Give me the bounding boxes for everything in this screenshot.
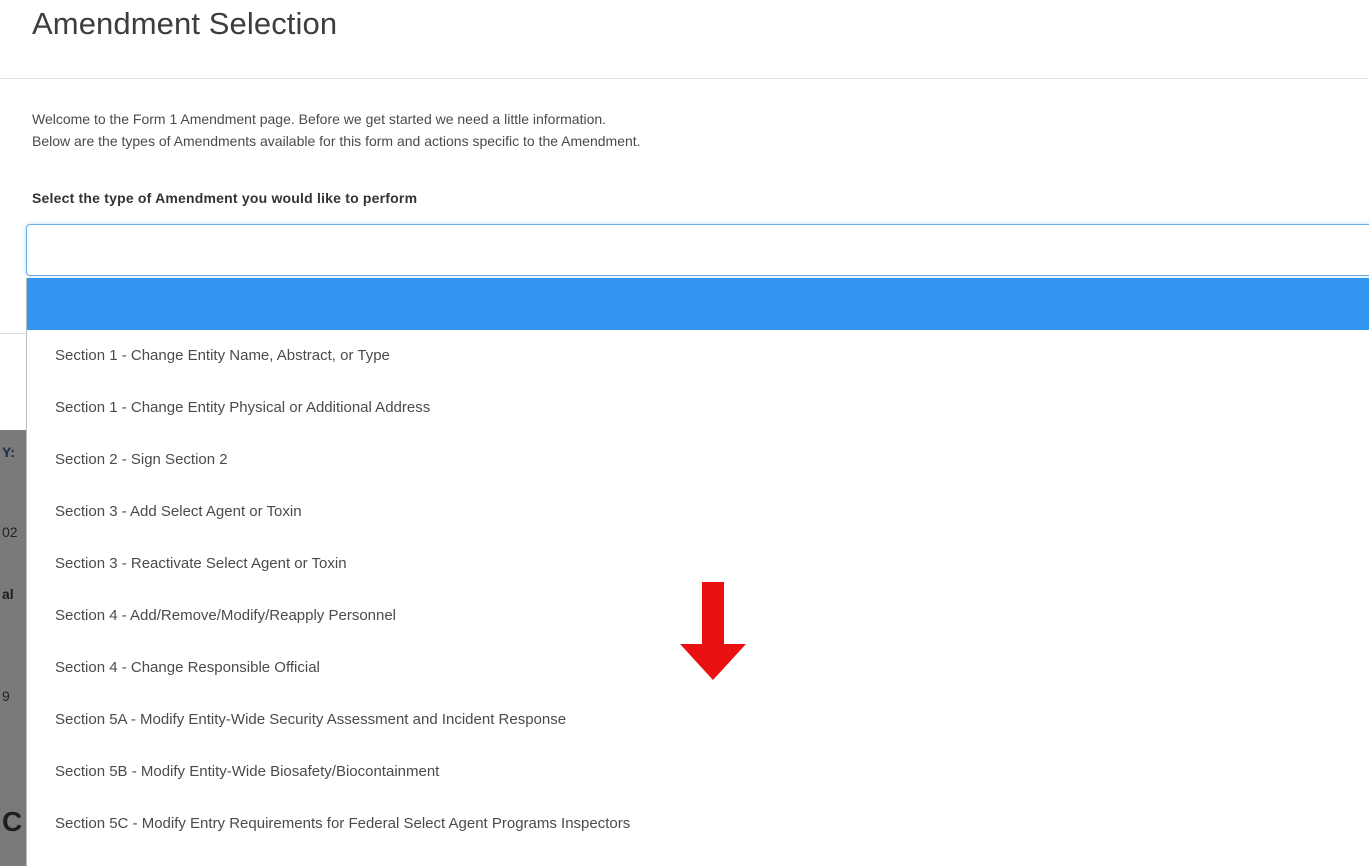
dropdown-option[interactable]: Section 5C - Modify Entry Requirements f… bbox=[27, 798, 1369, 850]
amendment-type-label: Select the type of Amendment you would l… bbox=[32, 190, 418, 206]
divider bbox=[0, 333, 26, 334]
intro-line-2: Below are the types of Amendments availa… bbox=[32, 133, 641, 149]
dropdown-option[interactable]: Section 5B - Modify Entity-Wide Biosafet… bbox=[27, 746, 1369, 798]
background-fragment: al bbox=[2, 586, 14, 602]
amendment-type-select[interactable] bbox=[26, 224, 1369, 276]
amendment-type-dropdown-list: Section 1 - Change Entity Name, Abstract… bbox=[26, 278, 1369, 866]
intro-line-1: Welcome to the Form 1 Amendment page. Be… bbox=[32, 111, 607, 127]
background-fragment: C bbox=[2, 806, 23, 837]
amendment-selection-page: Amendment Selection Welcome to the Form … bbox=[0, 0, 1369, 866]
background-fragment: Y: bbox=[2, 444, 15, 460]
down-arrow-icon bbox=[680, 582, 746, 680]
dropdown-option[interactable]: Section 1 - Change Entity Name, Abstract… bbox=[27, 330, 1369, 382]
background-page-strip: Y: 02 al 9 C bbox=[0, 430, 26, 866]
dropdown-option[interactable]: Section 6 - Add New Building bbox=[27, 848, 1369, 866]
dropdown-option[interactable]: Section 2 - Sign Section 2 bbox=[27, 434, 1369, 486]
background-fragment: 02 bbox=[2, 524, 18, 540]
dropdown-option-blank[interactable] bbox=[27, 278, 1369, 330]
intro-text: Welcome to the Form 1 Amendment page. Be… bbox=[32, 108, 641, 152]
dropdown-option[interactable]: Section 3 - Add Select Agent or Toxin bbox=[27, 486, 1369, 538]
dropdown-option[interactable]: Section 5A - Modify Entity-Wide Security… bbox=[27, 694, 1369, 746]
page-header: Amendment Selection bbox=[0, 0, 1369, 79]
background-fragment: 9 bbox=[2, 688, 10, 704]
page-title: Amendment Selection bbox=[32, 6, 338, 41]
dropdown-option[interactable]: Section 1 - Change Entity Physical or Ad… bbox=[27, 382, 1369, 434]
